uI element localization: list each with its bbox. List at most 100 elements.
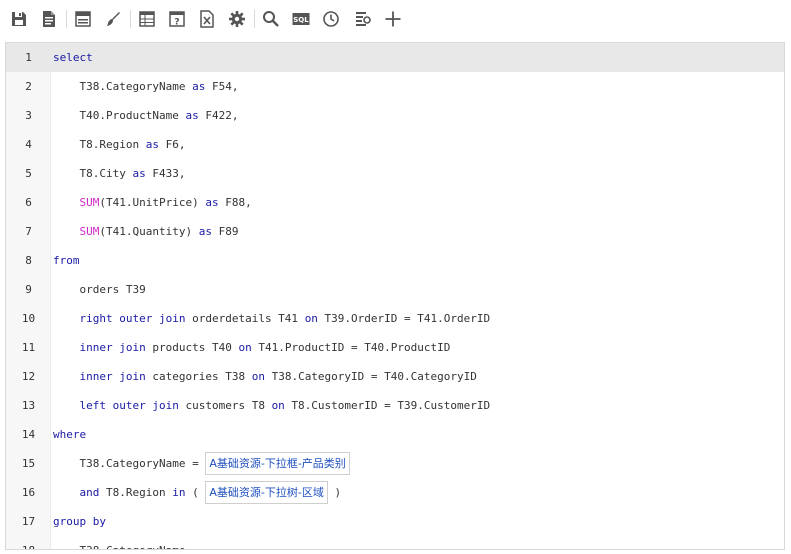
code-text: where bbox=[53, 420, 86, 449]
settings-list-icon[interactable] bbox=[353, 9, 373, 29]
code-text: from bbox=[53, 246, 80, 275]
sql-text: F88, bbox=[218, 196, 252, 209]
sql-text: T38.CategoryName bbox=[53, 80, 193, 93]
code-line[interactable]: 8 from bbox=[6, 246, 784, 275]
code-text: left outer join customers T8 on T8.Custo… bbox=[53, 391, 491, 420]
code-line[interactable]: 15 T38.CategoryName = A基础资源-下拉框-产品类别 bbox=[6, 449, 784, 478]
sql-text: ( bbox=[185, 486, 206, 499]
sql-text: F89 bbox=[211, 225, 239, 238]
line-number: 8 bbox=[25, 254, 32, 267]
line-number: 4 bbox=[25, 138, 32, 151]
code-line[interactable]: 5 T8.City as F433, bbox=[6, 159, 784, 188]
sql-text: F6, bbox=[158, 138, 186, 151]
help-table-icon[interactable]: ? bbox=[167, 9, 187, 29]
code-text: T40.ProductName as F422, bbox=[53, 101, 238, 130]
code-text: orders T39 bbox=[53, 275, 146, 304]
line-number: 15 bbox=[21, 457, 36, 470]
line-number: 7 bbox=[25, 225, 32, 238]
sql-keyword: on bbox=[271, 399, 285, 412]
excel-icon[interactable] bbox=[197, 9, 217, 29]
sql-text: T38.CategoryID = T40.CategoryID bbox=[264, 370, 477, 383]
line-number: 10 bbox=[21, 312, 36, 325]
sql-text: T8.Region bbox=[99, 486, 173, 499]
sql-keyword: from bbox=[53, 254, 80, 267]
line-number: 3 bbox=[25, 109, 32, 122]
line-number: 13 bbox=[21, 399, 36, 412]
gear-icon[interactable] bbox=[227, 9, 247, 29]
code-line[interactable]: 16 and T8.Region in ( A基础资源-下拉树-区域 ) bbox=[6, 478, 784, 507]
sql-keyword: on bbox=[304, 312, 318, 325]
svg-text:?: ? bbox=[174, 18, 179, 28]
code-line[interactable]: 12 inner join categories T38 on T38.Cate… bbox=[6, 362, 784, 391]
code-line[interactable]: 11 inner join products T40 on T41.Produc… bbox=[6, 333, 784, 362]
code-text: group by bbox=[53, 507, 106, 536]
code-text: T38.CategoryName = A基础资源-下拉框-产品类别 bbox=[53, 449, 350, 478]
sql-text: T8.CustomerID = T39.CustomerID bbox=[284, 399, 491, 412]
clock-icon[interactable] bbox=[321, 9, 341, 29]
line-number: 18 bbox=[6, 536, 51, 549]
code-line[interactable]: 17 group by bbox=[6, 507, 784, 536]
toolbar-separator bbox=[254, 10, 255, 28]
sql-text: ) bbox=[327, 486, 342, 499]
line-number: 11 bbox=[21, 341, 36, 354]
sql-keyword: as bbox=[198, 225, 212, 238]
code-text: inner join products T40 on T41.ProductID… bbox=[53, 333, 451, 362]
toolbar-separator bbox=[66, 10, 67, 28]
sql-icon-label: SQL bbox=[293, 16, 309, 24]
save-icon[interactable] bbox=[9, 9, 29, 29]
table-icon[interactable] bbox=[137, 9, 157, 29]
code-text: SUM(T41.UnitPrice) as F88, bbox=[53, 188, 252, 217]
sql-keyword: on bbox=[238, 341, 252, 354]
plus-icon[interactable] bbox=[383, 9, 403, 29]
code-text: T8.City as F433, bbox=[53, 159, 185, 188]
sql-text: categories T38 bbox=[145, 370, 252, 383]
code-line[interactable]: 7 SUM(T41.Quantity) as F89 bbox=[6, 217, 784, 246]
search-icon[interactable] bbox=[261, 9, 281, 29]
sql-function: SUM bbox=[79, 225, 100, 238]
code-line[interactable]: 18 T38.CategoryName bbox=[6, 536, 784, 549]
sql-text: (T41.UnitPrice) bbox=[99, 196, 206, 209]
sql-text: T38.CategoryName = bbox=[53, 457, 206, 470]
sql-text: customers T8 bbox=[178, 399, 272, 412]
sql-icon[interactable]: SQL bbox=[291, 9, 311, 29]
code-line[interactable]: 14 where bbox=[6, 420, 784, 449]
sql-text: orders T39 bbox=[53, 283, 146, 296]
sql-keyword: on bbox=[251, 370, 265, 383]
sql-keyword: group by bbox=[53, 515, 106, 528]
line-number: 12 bbox=[21, 370, 36, 383]
query-parameter-chip[interactable]: A基础资源-下拉树-区域 bbox=[205, 480, 328, 504]
sql-text: orderdetails T41 bbox=[185, 312, 305, 325]
sql-keyword: as bbox=[145, 138, 159, 151]
sql-text: F433, bbox=[145, 167, 186, 180]
code-line[interactable]: 10 right outer join orderdetails T41 on … bbox=[6, 304, 784, 333]
code-text: SUM(T41.Quantity) as F89 bbox=[53, 217, 239, 246]
save-as-icon[interactable] bbox=[39, 9, 59, 29]
sql-text: T8.City bbox=[53, 167, 133, 180]
code-line[interactable]: 13 left outer join customers T8 on T8.Cu… bbox=[6, 391, 784, 420]
code-line[interactable]: 2 T38.CategoryName as F54, bbox=[6, 72, 784, 101]
sql-keyword: select bbox=[53, 51, 93, 64]
sql-keyword: as bbox=[192, 80, 206, 93]
code-text: T38.CategoryName as F54, bbox=[53, 72, 238, 101]
code-line[interactable]: 9 orders T39 bbox=[6, 275, 784, 304]
code-text: right outer join orderdetails T41 on T39… bbox=[53, 304, 491, 333]
code-line[interactable]: 3 T40.ProductName as F422, bbox=[6, 101, 784, 130]
sql-keyword: as bbox=[185, 109, 199, 122]
brush-icon[interactable] bbox=[103, 9, 123, 29]
sql-keyword: in bbox=[172, 486, 186, 499]
toolbar: ? SQL bbox=[0, 0, 791, 40]
sql-editor[interactable]: 1 select 2 T38.CategoryName as F54, 3 T40.P… bbox=[5, 42, 785, 550]
sql-keyword: inner join bbox=[79, 370, 146, 383]
code-line[interactable]: 6 SUM(T41.UnitPrice) as F88, bbox=[6, 188, 784, 217]
query-parameter-chip[interactable]: A基础资源-下拉框-产品类别 bbox=[205, 451, 350, 475]
line-number: 1 bbox=[6, 43, 51, 72]
code-line[interactable]: 1 select bbox=[6, 43, 784, 72]
code-line[interactable]: 4 T8.Region as F6, bbox=[6, 130, 784, 159]
sql-text: T39.OrderID = T41.OrderID bbox=[317, 312, 491, 325]
line-number: 6 bbox=[25, 196, 32, 209]
sql-keyword: left outer join bbox=[79, 399, 179, 412]
layout-icon[interactable] bbox=[73, 9, 93, 29]
